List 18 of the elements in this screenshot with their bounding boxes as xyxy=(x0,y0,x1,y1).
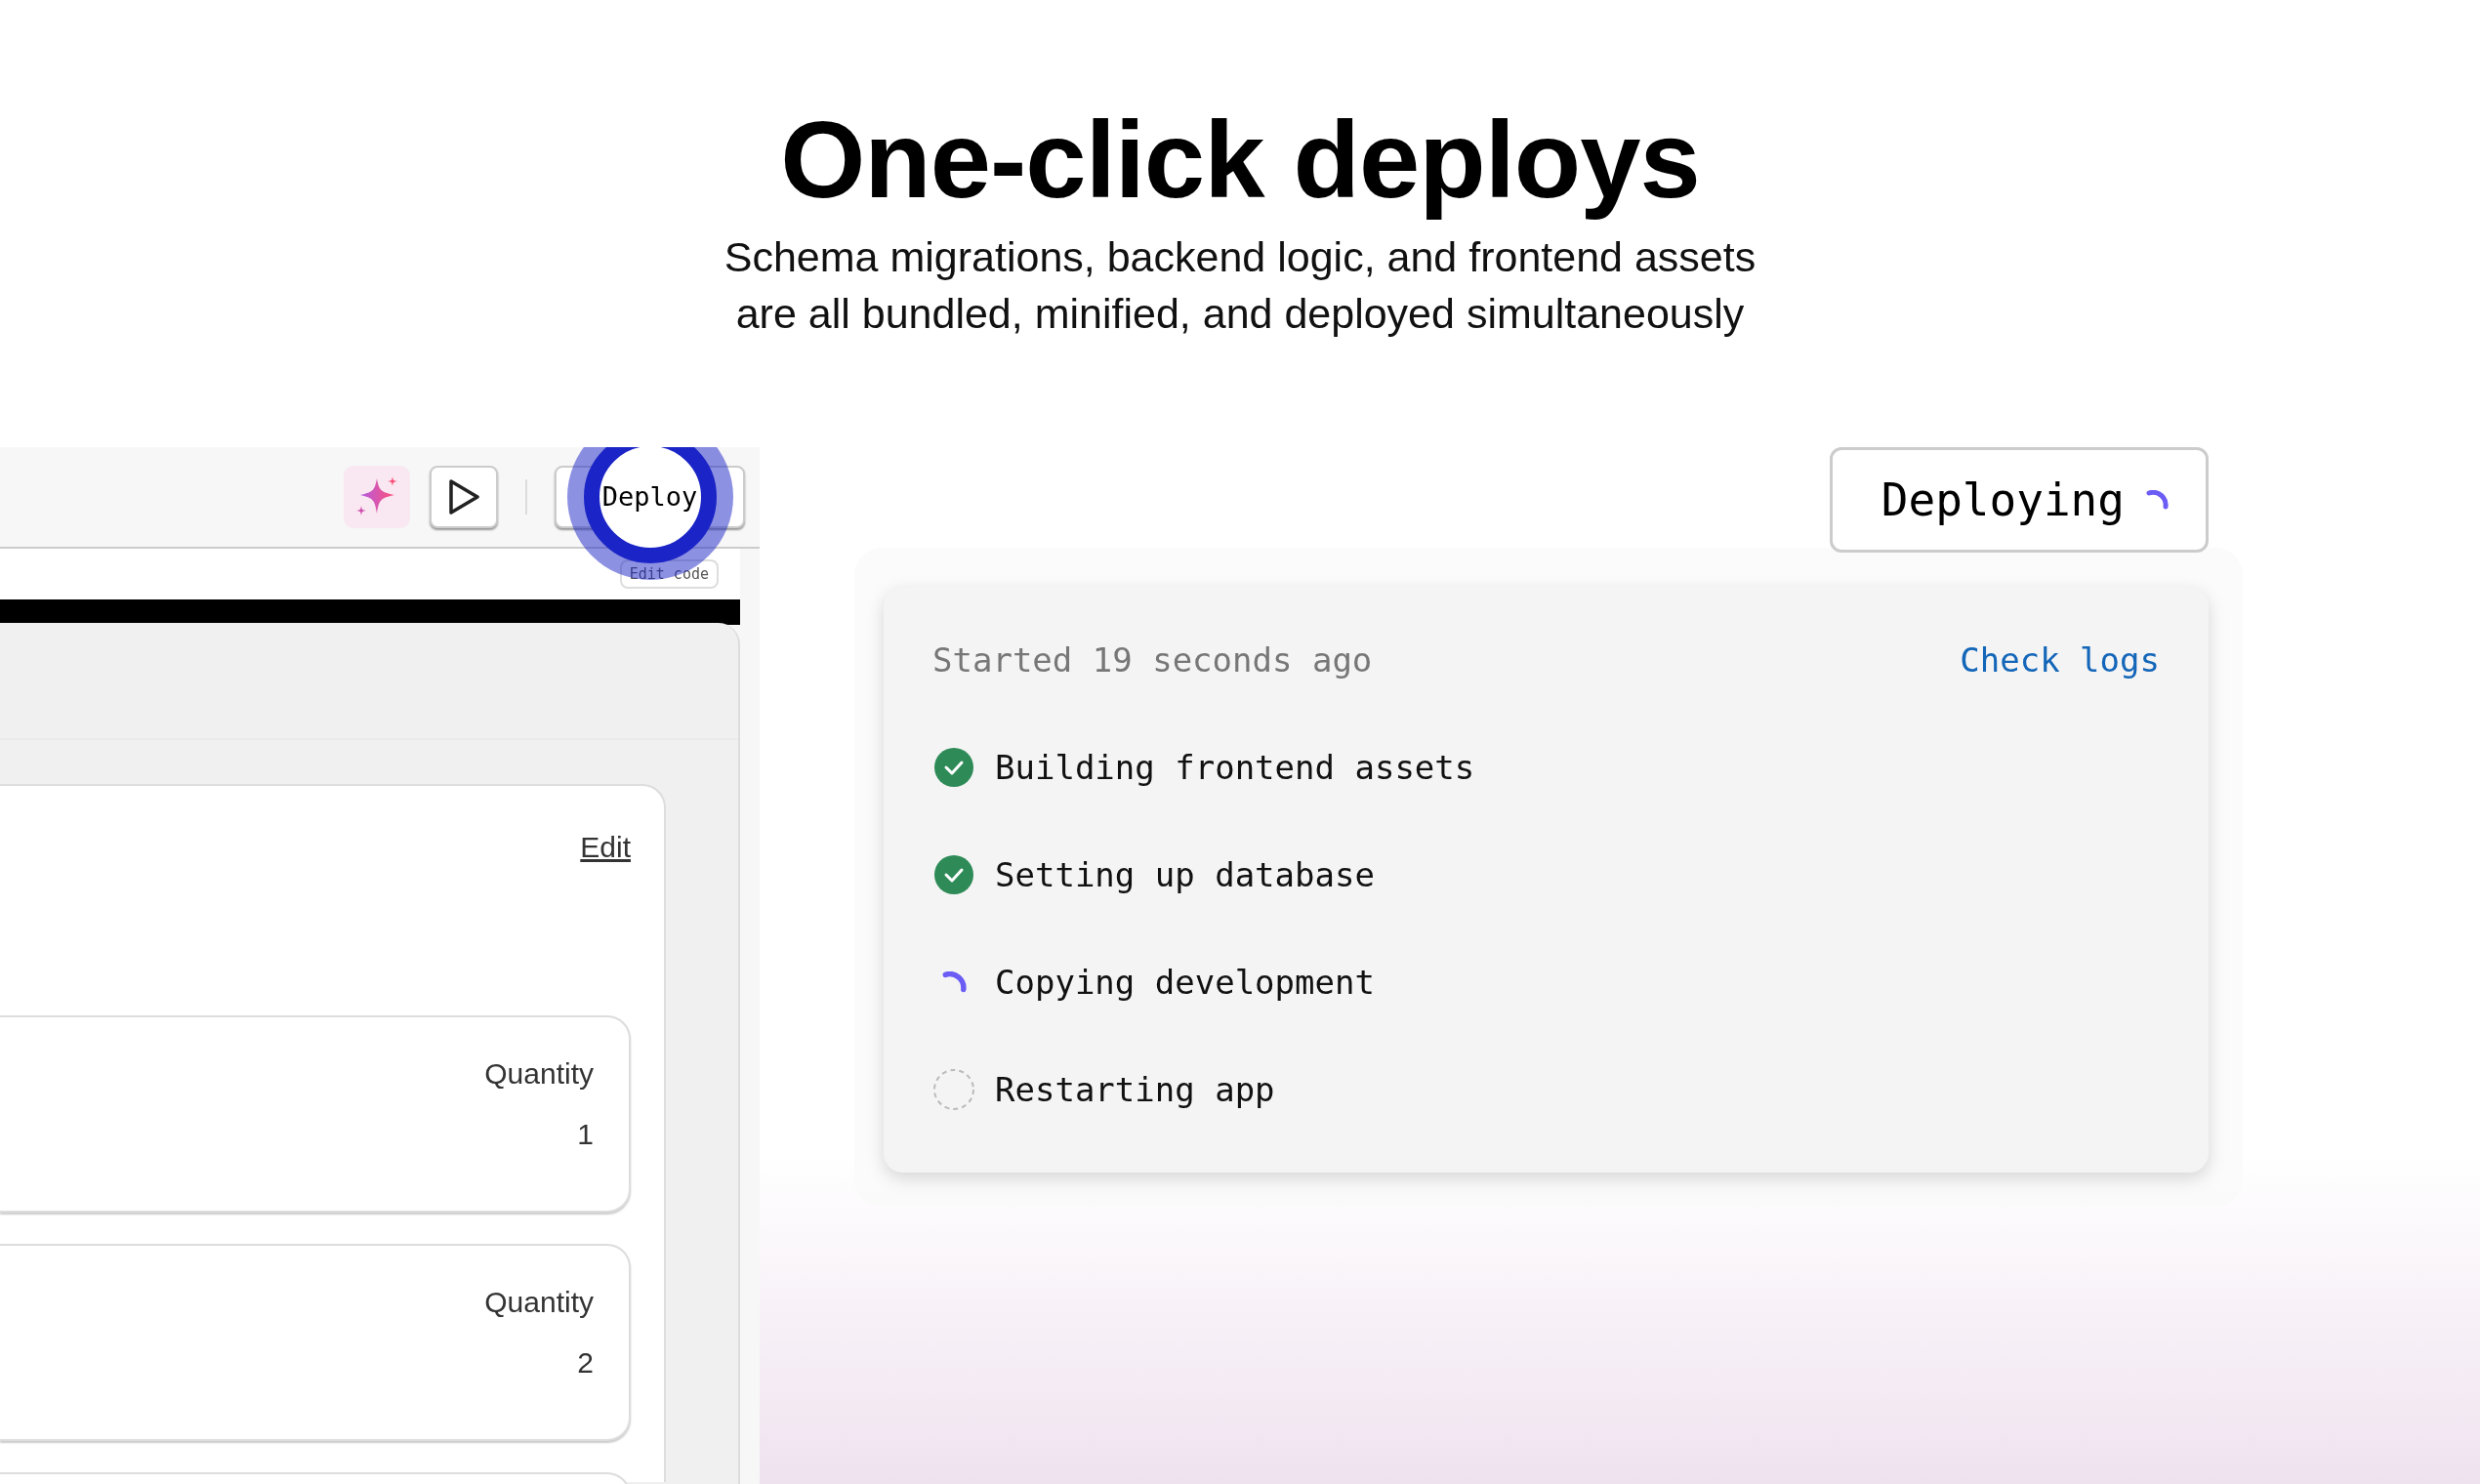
run-button[interactable] xyxy=(430,466,498,528)
step-label: Setting up database xyxy=(995,853,1375,896)
play-icon xyxy=(446,478,481,515)
started-time-text: Started 19 seconds ago xyxy=(932,639,1373,681)
quantity-value: 1 xyxy=(577,1117,594,1152)
step-label: Copying development xyxy=(995,961,1375,1004)
page-heading: One-click deploys xyxy=(780,98,1700,223)
step-label: Restarting app xyxy=(995,1068,1275,1111)
quantity-value: 2 xyxy=(577,1345,594,1381)
quantity-label: Quantity xyxy=(484,1056,594,1092)
step-label: Building frontend assets xyxy=(995,746,1475,789)
edit-code-button[interactable]: Edit code xyxy=(619,558,719,590)
edit-link[interactable]: Edit xyxy=(580,825,664,869)
page-subheading: Schema migrations, backend logic, and frontend assets are all bundled, minified, and deployed simultaneously xyxy=(723,232,1757,339)
check-logs-link[interactable]: Check logs xyxy=(1960,636,2160,685)
ai-assist-button[interactable] xyxy=(344,466,410,528)
deploying-button[interactable]: Deploying xyxy=(1829,447,2209,553)
quantity-label: Quantity xyxy=(484,1285,594,1320)
